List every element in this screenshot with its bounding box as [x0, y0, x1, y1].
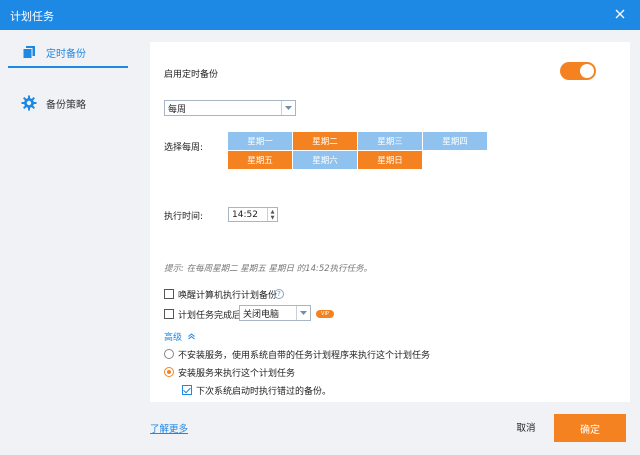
time-value: 14:52	[232, 209, 258, 220]
vip-badge: VIP	[316, 310, 334, 318]
chevron-down-icon	[281, 101, 295, 115]
ok-button[interactable]: 确定	[554, 414, 626, 442]
install-service-radio[interactable]	[164, 367, 174, 377]
sidebar-item-scheduled-backup[interactable]: 定时备份	[8, 38, 128, 68]
chevron-down-icon	[296, 306, 310, 320]
after-action-select[interactable]: 关闭电脑	[239, 305, 311, 321]
install-service-label: 安装服务来执行这个计划任务	[178, 369, 296, 379]
frequency-select[interactable]: 每周	[164, 100, 296, 116]
weekday-friday[interactable]: 星期五	[228, 151, 292, 169]
learn-more-link[interactable]: 了解更多	[150, 421, 188, 435]
enable-schedule-toggle[interactable]	[560, 62, 596, 80]
sidebar-item-label: 定时备份	[46, 48, 86, 60]
weekday-tuesday[interactable]: 星期二	[293, 132, 357, 150]
missed-backup-checkbox[interactable]	[182, 385, 192, 395]
close-icon[interactable]	[612, 6, 628, 22]
after-action-value: 关闭电脑	[243, 309, 280, 320]
toggle-knob	[580, 64, 594, 78]
weekday-saturday[interactable]: 星期六	[293, 151, 357, 169]
copy-icon	[20, 43, 38, 61]
gear-icon	[20, 94, 38, 112]
advanced-label: 高级	[164, 333, 183, 343]
time-stepper[interactable]: ▲ ▼	[267, 208, 277, 221]
weekday-thursday[interactable]: 星期四	[423, 132, 487, 150]
wake-computer-label: 唤醒计算机执行计划备份	[178, 291, 278, 301]
time-input[interactable]: 14:52 ▲ ▼	[228, 207, 278, 222]
wake-computer-checkbox[interactable]	[164, 289, 174, 299]
frequency-value: 每周	[168, 104, 187, 115]
help-icon[interactable]: ?	[274, 289, 284, 299]
schedule-hint: 提示: 在每周星期二 星期五 星期日 的14:52执行任务。	[164, 264, 373, 274]
enable-schedule-label: 启用定时备份	[164, 70, 219, 80]
cancel-button[interactable]: 取消	[506, 417, 546, 437]
missed-backup-label: 下次系统启动时执行错过的备份。	[196, 387, 332, 397]
chevron-up-icon	[188, 333, 195, 343]
no-service-label: 不安装服务，使用系统自带的任务计划程序来执行这个计划任务	[178, 351, 431, 361]
weekday-label: 选择每周:	[164, 143, 204, 153]
advanced-toggle[interactable]: 高级	[164, 330, 195, 343]
no-service-radio[interactable]	[164, 349, 174, 359]
weekday-monday[interactable]: 星期一	[228, 132, 292, 150]
settings-panel: 启用定时备份 每周 选择每周: 星期一 星期二 星期三 星期四 星期五 星期六 …	[150, 42, 630, 402]
after-task-checkbox[interactable]	[164, 309, 174, 319]
after-task-label: 计划任务完成后	[178, 311, 242, 321]
sidebar: 定时备份 备份策略	[0, 30, 140, 410]
sidebar-item-backup-strategy[interactable]: 备份策略	[8, 88, 128, 118]
weekday-sunday[interactable]: 星期日	[358, 151, 422, 169]
window-title: 计划任务	[10, 10, 54, 23]
title-bar: 计划任务	[0, 0, 640, 30]
weekday-wednesday[interactable]: 星期三	[358, 132, 422, 150]
time-label: 执行时间:	[164, 212, 204, 222]
sidebar-item-label: 备份策略	[46, 99, 86, 111]
